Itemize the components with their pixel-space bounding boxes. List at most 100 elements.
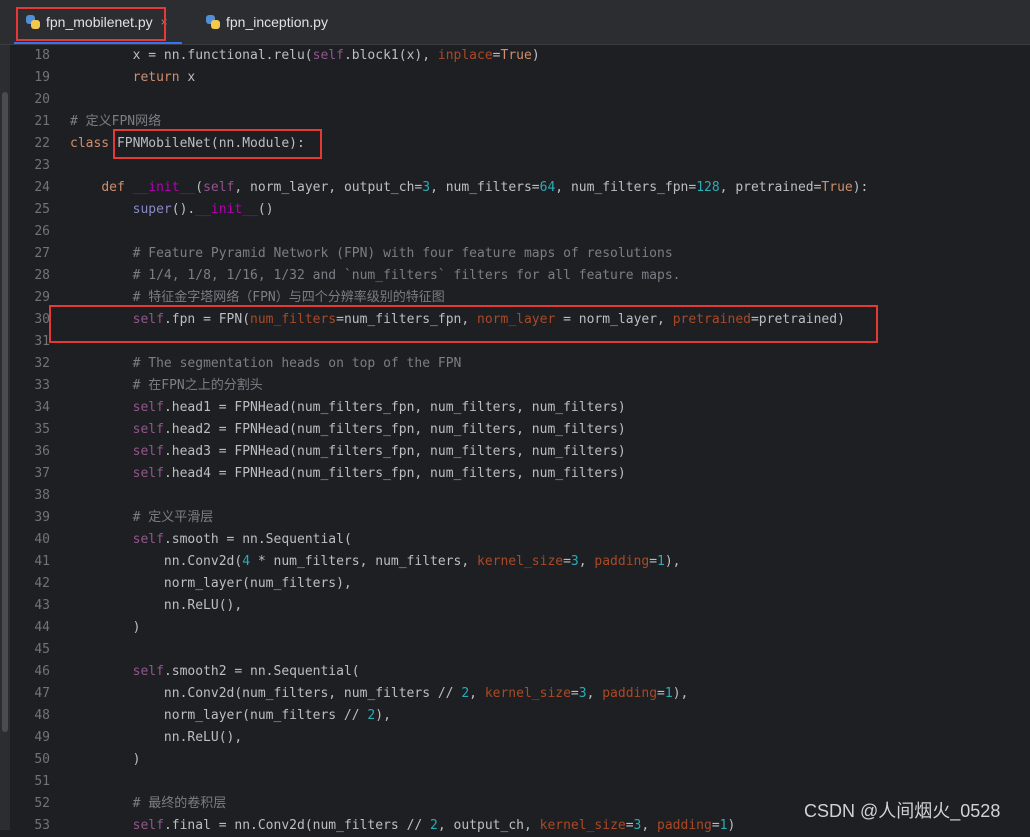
code-token: 128: [696, 180, 720, 195]
code-token: nn.Conv2d(num_filters, num_filters //: [70, 686, 462, 701]
code-token: super: [132, 202, 172, 217]
code-editor[interactable]: 18 x = nn.functional.relu(self.block1(x)…: [10, 45, 1030, 833]
code-line[interactable]: 20: [10, 89, 1030, 111]
line-number: 34: [34, 400, 50, 415]
scrollbar-thumb[interactable]: [2, 92, 8, 732]
code-token: 3: [422, 180, 431, 195]
code-token: ): [727, 818, 736, 833]
line-number: 36: [34, 444, 50, 459]
code-token: 1: [657, 554, 665, 569]
tab-fpn-mobilenet[interactable]: fpn_mobilenet.py ×: [14, 0, 182, 44]
code-token: .head2 = FPNHead(num_filters_fpn, num_fi…: [163, 422, 626, 437]
line-number: 27: [34, 246, 50, 261]
tab-label: fpn_inception.py: [226, 14, 328, 30]
code-token: kernel_size: [484, 686, 571, 701]
code-token: ().: [171, 202, 196, 217]
code-line[interactable]: 40 self.smooth = nn.Sequential(: [10, 529, 1030, 551]
code-line[interactable]: 32 # The segmentation heads on top of th…: [10, 353, 1030, 375]
code-text: norm_layer(num_filters // 2),: [70, 705, 391, 727]
code-line[interactable]: 24 def __init__(self, norm_layer, output…: [10, 177, 1030, 199]
watermark: CSDN @人间烟火_0528: [804, 801, 1001, 821]
code-line[interactable]: 44 ): [10, 617, 1030, 639]
code-token: 2: [461, 686, 470, 701]
code-text: self.head3 = FPNHead(num_filters_fpn, nu…: [70, 441, 626, 463]
code-line[interactable]: 27 # Feature Pyramid Network (FPN) with …: [10, 243, 1030, 265]
line-number: 31: [34, 334, 50, 349]
code-token: # 特征金字塔网络（FPN）与四个分辨率级别的特征图: [132, 290, 445, 305]
left-tool-strip: [0, 45, 10, 830]
code-token: self: [132, 444, 164, 459]
code-token: .smooth = nn.Sequential(: [163, 532, 352, 547]
code-line[interactable]: 34 self.head1 = FPNHead(num_filters_fpn,…: [10, 397, 1030, 419]
code-line[interactable]: 36 self.head3 = FPNHead(num_filters_fpn,…: [10, 441, 1030, 463]
code-token: True: [821, 180, 853, 195]
code-token: =: [625, 818, 634, 833]
code-line[interactable]: 43 nn.ReLU(),: [10, 595, 1030, 617]
code-text: self.final = nn.Conv2d(num_filters // 2,…: [70, 815, 736, 837]
code-line[interactable]: 50 ): [10, 749, 1030, 771]
line-number: 53: [34, 818, 50, 833]
code-line[interactable]: 37 self.head4 = FPNHead(num_filters_fpn,…: [10, 463, 1030, 485]
code-token: (: [195, 180, 204, 195]
code-line[interactable]: 42 norm_layer(num_filters),: [10, 573, 1030, 595]
code-token: =: [657, 686, 665, 701]
line-number: 22: [34, 136, 50, 151]
code-line[interactable]: 26: [10, 221, 1030, 243]
code-token: .head1 = FPNHead(num_filters_fpn, num_fi…: [163, 400, 626, 415]
code-token: =: [711, 818, 720, 833]
code-token: .block1(x),: [343, 48, 438, 63]
tab-fpn-inception[interactable]: fpn_inception.py: [194, 0, 334, 44]
line-number: 29: [34, 290, 50, 305]
code-token: self: [312, 48, 344, 63]
code-token: # 最终的卷积层: [132, 796, 227, 811]
code-text: nn.Conv2d(4 * num_filters, num_filters, …: [70, 551, 681, 573]
code-token: self: [132, 532, 164, 547]
code-text: def __init__(self, norm_layer, output_ch…: [70, 177, 868, 199]
code-line[interactable]: 25 super().__init__(): [10, 199, 1030, 221]
code-line[interactable]: 28 # 1/4, 1/8, 1/16, 1/32 and `num_filte…: [10, 265, 1030, 287]
code-line[interactable]: 46 self.smooth2 = nn.Sequential(: [10, 661, 1030, 683]
code-line[interactable]: 47 nn.Conv2d(num_filters, num_filters //…: [10, 683, 1030, 705]
code-text: # 定义平滑层: [70, 507, 214, 529]
code-text: # Feature Pyramid Network (FPN) with fou…: [70, 243, 673, 265]
code-text: # 在FPN之上的分割头: [70, 375, 263, 397]
code-line[interactable]: 49 nn.ReLU(),: [10, 727, 1030, 749]
line-number: 26: [34, 224, 50, 239]
code-line[interactable]: 51: [10, 771, 1030, 793]
code-line[interactable]: 33 # 在FPN之上的分割头: [10, 375, 1030, 397]
code-text: super().__init__(): [70, 199, 274, 221]
code-token: # The segmentation heads on top of the F…: [132, 356, 462, 371]
code-token: .smooth2 = nn.Sequential(: [163, 664, 360, 679]
code-line[interactable]: 45: [10, 639, 1030, 661]
code-line[interactable]: 35 self.head2 = FPNHead(num_filters_fpn,…: [10, 419, 1030, 441]
code-text: nn.ReLU(),: [70, 727, 242, 749]
code-line[interactable]: 18 x = nn.functional.relu(self.block1(x)…: [10, 45, 1030, 67]
code-token: # 1/4, 1/8, 1/16, 1/32 and `num_filters`…: [132, 268, 681, 283]
code-token: # 定义平滑层: [132, 510, 214, 525]
code-token: return: [132, 70, 180, 85]
code-line[interactable]: 38: [10, 485, 1030, 507]
code-token: padding: [602, 686, 658, 701]
code-token: self: [132, 818, 164, 833]
code-token: ): [70, 620, 141, 635]
code-line[interactable]: 48 norm_layer(num_filters // 2),: [10, 705, 1030, 727]
fpn-line-highlight-box: [49, 305, 878, 343]
code-token: 4: [242, 554, 251, 569]
code-line[interactable]: 39 # 定义平滑层: [10, 507, 1030, 529]
code-token: ): [531, 48, 540, 63]
code-token: ): [70, 752, 141, 767]
line-number: 21: [34, 114, 50, 129]
code-token: (): [257, 202, 274, 217]
line-number: 49: [34, 730, 50, 745]
code-line[interactable]: 4 1 nn.Conv2d(4 * num_filters, num_filter…: [10, 551, 1030, 573]
code-text: self.head1 = FPNHead(num_filters_fpn, nu…: [70, 397, 626, 419]
line-number: 23: [34, 158, 50, 173]
code-line[interactable]: 19 return x: [10, 67, 1030, 89]
line-number: 40: [34, 532, 50, 547]
